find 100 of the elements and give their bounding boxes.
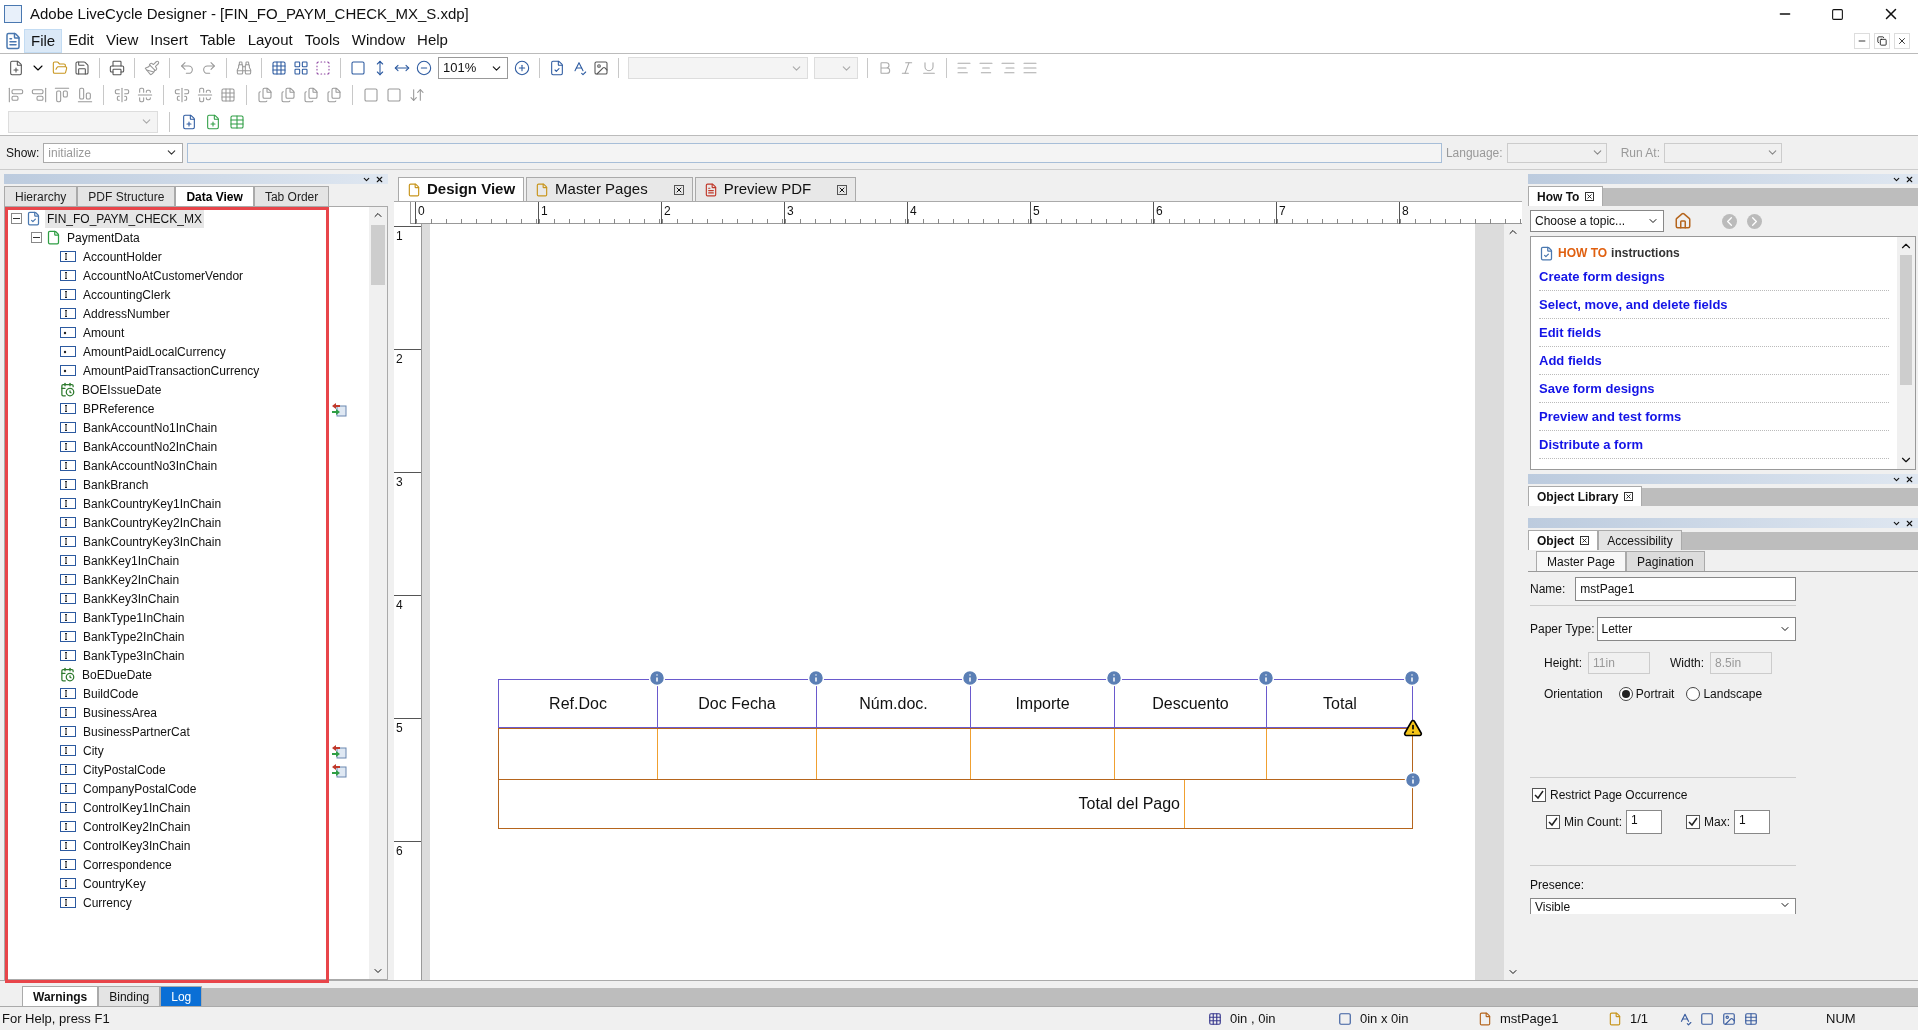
tree-item[interactable]: BoEDueDate [80,665,155,684]
image-icon[interactable] [593,60,609,76]
panel-tab[interactable]: Data View [175,186,254,206]
menu-item[interactable]: File [24,28,63,53]
menu-item[interactable]: Layout [241,28,299,53]
tree-item[interactable]: BankAccountNo3InChain [81,456,220,475]
italic-icon[interactable] [899,60,915,76]
tree-item[interactable]: BankType1InChain [81,608,187,627]
panel-tab[interactable]: Pagination [1626,551,1705,571]
tree-item[interactable]: BankType3InChain [81,646,187,665]
tree-item[interactable]: BankCountryKey1InChain [81,494,224,513]
grid-icon[interactable] [271,60,287,76]
tree-item[interactable]: BankAccountNo1InChain [81,418,220,437]
tree-item[interactable]: BankKey1InChain [81,551,182,570]
close-icon[interactable] [375,174,384,184]
new-page-icon[interactable] [181,113,197,130]
panel-tab[interactable]: Tab Order [253,186,330,206]
info-icon[interactable] [1257,669,1275,687]
checkbox[interactable] [1686,815,1701,829]
tree-item[interactable]: BusinessArea [81,703,160,722]
scrollbar[interactable] [369,207,387,979]
brush-icon[interactable] [144,60,160,76]
layers-icon[interactable] [303,87,319,103]
distribute-icon[interactable] [174,87,190,103]
tree-item[interactable]: AccountingClerk [81,285,173,304]
name-field[interactable]: mstPage1 [1575,576,1796,601]
align-left-icon[interactable] [956,60,972,76]
checkbox[interactable] [1546,815,1560,829]
min-count-field[interactable]: 1 [1626,810,1663,834]
spell-check-icon[interactable] [571,60,587,76]
undo-icon[interactable] [179,60,195,76]
zoom-field[interactable]: 101% [438,57,508,79]
script-field[interactable] [187,142,1442,163]
tree-item[interactable]: BusinessPartnerCat [81,722,192,741]
tree-item[interactable]: BankCountryKey3InChain [81,532,224,551]
tree-item[interactable]: ControlKey3InChain [81,836,193,855]
close-icon[interactable] [1905,518,1914,528]
table-icon[interactable] [1744,1011,1758,1026]
tree-item[interactable]: AmountPaidLocalCurrency [81,342,228,361]
tree-item[interactable]: BankBranch [81,475,151,494]
help-link[interactable]: Save form designs [1539,378,1655,399]
tree-item[interactable]: City [81,741,106,760]
tree-item[interactable]: BankCountryKey2InChain [81,513,224,532]
restore-icon[interactable] [1831,7,1844,21]
layers-icon[interactable] [257,87,273,103]
frame-icon[interactable] [315,60,331,76]
tree-item[interactable]: BankType2InChain [81,627,187,646]
warning-icon[interactable] [1403,718,1423,738]
help-link[interactable]: Preview and test forms [1539,406,1682,427]
field-icon[interactable] [1700,1011,1714,1026]
collapse-icon[interactable] [31,232,42,243]
bottom-tab[interactable]: Log [160,986,203,1006]
tree-item[interactable]: BankAccountNo2InChain [81,437,220,456]
presence-dropdown[interactable]: Visible [1530,898,1796,914]
panel-tab[interactable]: Accessibility [1598,530,1682,550]
max-field[interactable]: 1 [1734,810,1771,834]
help-link[interactable]: Create form designs [1539,266,1665,287]
topic-dropdown[interactable]: Choose a topic... [1530,210,1664,232]
editor-tab[interactable]: Master Pages [526,177,693,201]
scrollbar[interactable] [1897,237,1915,469]
info-icon[interactable] [1105,669,1123,687]
grid-icon[interactable] [220,87,236,103]
menu-item[interactable]: View [100,28,145,53]
close-icon[interactable] [1624,492,1634,501]
close-icon[interactable] [1905,174,1914,184]
tree-item[interactable]: Correspondence [81,855,174,874]
open-folder-icon[interactable] [52,60,68,76]
checklist-icon[interactable] [549,60,565,76]
help-link[interactable]: Add fields [1539,350,1602,371]
save-icon[interactable] [74,60,90,76]
zoom-out-icon[interactable] [416,60,432,76]
arrows-icon[interactable] [409,87,425,103]
paper-type-dropdown[interactable]: Letter [1596,617,1796,641]
page-icon[interactable] [350,60,366,76]
distribute-icon[interactable] [197,87,213,103]
radio-option[interactable]: Landscape [1686,685,1763,703]
align-icon[interactable] [114,87,130,103]
radio-option[interactable]: Portrait [1618,685,1675,703]
zoom-in-icon[interactable] [514,60,530,76]
bold-icon[interactable] [877,60,893,76]
underline-icon[interactable] [921,60,937,76]
close-icon[interactable] [1585,192,1595,201]
align-center-icon[interactable] [978,60,994,76]
forward-icon[interactable] [1747,213,1762,229]
info-icon[interactable] [807,669,825,687]
tree-item[interactable]: BOEIssueDate [80,380,164,399]
menu-item[interactable]: Window [345,28,412,53]
spell-check-icon[interactable] [1678,1011,1692,1026]
editor-tab[interactable]: Design View [398,177,525,201]
tree-item[interactable]: AccountNoAtCustomerVendor [81,266,246,285]
redo-icon[interactable] [201,60,217,76]
checkbox[interactable] [1532,788,1546,802]
align-icon[interactable] [8,87,24,103]
menu-item[interactable]: Help [411,28,454,53]
close-icon[interactable] [1905,474,1914,484]
tree-item[interactable]: BuildCode [81,684,141,703]
table-icon[interactable] [229,113,245,130]
tree-item[interactable]: ControlKey1InChain [81,798,193,817]
tree-item[interactable]: ControlKey2InChain [81,817,193,836]
justify-icon[interactable] [1022,60,1038,76]
